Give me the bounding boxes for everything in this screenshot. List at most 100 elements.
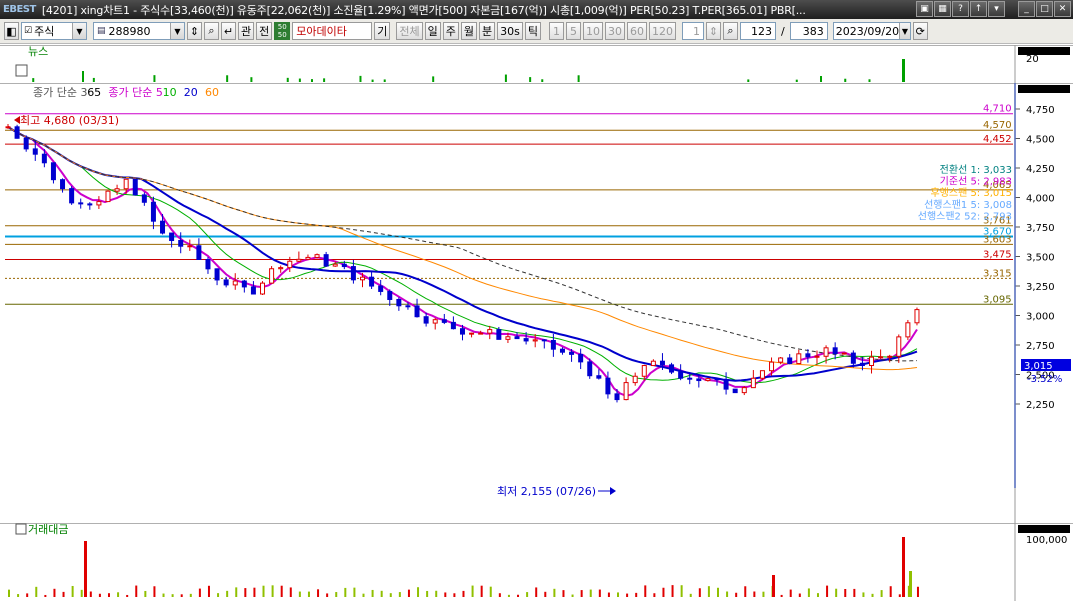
candle-body [178, 240, 184, 247]
volume-bar [498, 593, 501, 597]
chevron-down-icon[interactable]: ▼ [170, 23, 184, 39]
news-bar [359, 75, 362, 82]
volume-bar [317, 589, 320, 597]
volume-bar [798, 593, 801, 597]
min-60-button[interactable]: 60 [626, 22, 647, 40]
dropdown-icon[interactable]: ▾ [988, 1, 1005, 17]
spin-icon[interactable]: ⇕ [705, 22, 721, 40]
candle-body [578, 353, 584, 363]
go-icon[interactable]: ↵ [221, 22, 236, 40]
candle-body [169, 232, 175, 242]
volume-bar [517, 594, 520, 597]
gwan-button[interactable]: 관 [238, 22, 255, 40]
period-week-button[interactable]: 주 [442, 22, 459, 40]
close-icon[interactable]: ✕ [1054, 1, 1071, 17]
search-icon[interactable]: ⌕ [722, 22, 738, 40]
price-axis-label: 4,000 [1026, 194, 1055, 205]
volume-bar [553, 588, 556, 597]
news-toggle-icon[interactable] [15, 64, 28, 77]
volume-bar [898, 594, 901, 597]
volume-bar [107, 593, 110, 597]
volume-bar [480, 585, 483, 597]
volume-bar [880, 590, 883, 597]
ichimoku-readout: 기준선 5: 2,983 [940, 176, 1012, 188]
chevron-down-icon[interactable]: ▼ [72, 23, 86, 39]
period-day-button[interactable]: 일 [424, 22, 441, 40]
panel-toggle-icon[interactable]: ◧ [4, 22, 19, 40]
news-bar [310, 79, 313, 82]
minimize-icon[interactable]: _ [1018, 1, 1035, 17]
volume-bar [271, 585, 274, 597]
spin-up-down-icon[interactable]: ⇕ [187, 22, 202, 40]
stock-code-select[interactable]: ▤ 288980 ▼ [93, 22, 185, 40]
data-source-select[interactable]: 모아데이타 [292, 22, 373, 40]
min-120-button[interactable]: 120 [648, 22, 676, 40]
volume-bar [807, 588, 810, 597]
period-month-button[interactable]: 월 [460, 22, 477, 40]
candle-body [487, 329, 493, 334]
change-rate: -3.52% [1027, 374, 1062, 385]
volume-bar [380, 590, 383, 597]
search-icon[interactable]: ⌕ [204, 22, 219, 40]
volume-bar [735, 592, 738, 597]
pin-icon[interactable]: ↑ [970, 1, 987, 17]
min-5-button[interactable]: 5 [565, 22, 581, 40]
volume-bar [453, 593, 456, 597]
level-label: 3,095 [983, 294, 1012, 305]
date-picker[interactable]: 2023/09/20 ▼ [832, 22, 911, 40]
candle-body [87, 203, 93, 206]
chevron-down-icon[interactable]: ▼ [899, 23, 910, 39]
candle-body [32, 148, 38, 155]
unit-count-field[interactable]: 1 [681, 22, 704, 40]
price-axis-label: 4,250 [1026, 164, 1055, 175]
min-30-button[interactable]: 30 [604, 22, 625, 40]
fifty-badge-icon[interactable]: 50 50 [274, 22, 291, 40]
help-icon[interactable]: ? [952, 1, 969, 17]
price-axis-label: 4,750 [1026, 105, 1055, 116]
volume-bar [772, 575, 775, 597]
period-tick-button[interactable]: 틱 [524, 22, 541, 40]
volume-bar [335, 592, 338, 597]
candle-body [778, 357, 784, 363]
candle-body [414, 305, 420, 318]
maximize-icon[interactable]: □ [1036, 1, 1053, 17]
candle-body [114, 188, 120, 192]
candle-body [714, 378, 720, 381]
ma-legend-entry: 60 [205, 86, 219, 99]
min-10-button[interactable]: 10 [582, 22, 603, 40]
period-30s-button[interactable]: 30s [497, 22, 523, 40]
market-select[interactable]: ☑ 주식 ▼ [21, 22, 87, 40]
candle-body [741, 387, 747, 394]
volume-bar [744, 586, 747, 597]
refresh-icon[interactable]: ⟳ [912, 22, 928, 40]
grid-icon[interactable]: ▦ [934, 1, 951, 17]
price-axis-label: 4,500 [1026, 135, 1055, 146]
volume-bar [716, 587, 719, 597]
candle-body [23, 137, 29, 150]
candle-body [623, 382, 629, 401]
visible-count-field[interactable]: 123 [739, 22, 776, 40]
candle-body [805, 353, 811, 358]
min-1-button[interactable]: 1 [548, 22, 564, 40]
volume-bar [244, 588, 247, 597]
market-check-icon: ☑ [24, 26, 33, 36]
gi-button[interactable]: 기 [374, 22, 391, 40]
candle-body [832, 347, 838, 355]
volume-bar [407, 589, 410, 597]
volume-toggle-icon[interactable] [15, 523, 27, 535]
news-bar [504, 74, 507, 82]
volume-bar [144, 590, 147, 597]
candle-body [696, 378, 702, 382]
layout-icon[interactable]: ▣ [916, 1, 933, 17]
news-bar [820, 76, 823, 82]
news-bar [82, 71, 84, 82]
scrollbar-handle[interactable] [1014, 83, 1016, 488]
candle-body [332, 263, 338, 267]
all-button[interactable]: 전체 [396, 22, 423, 40]
jeon-button[interactable]: 전 [256, 22, 273, 40]
volume-bar [180, 594, 183, 597]
candle-body [769, 361, 775, 372]
stock-chart[interactable]: 뉴스 20 4,750 4,500 4,250 4,000 3,750 3,500 3,25… [0, 45, 1073, 601]
candle-body [132, 178, 138, 196]
period-minute-button[interactable]: 분 [479, 22, 496, 40]
